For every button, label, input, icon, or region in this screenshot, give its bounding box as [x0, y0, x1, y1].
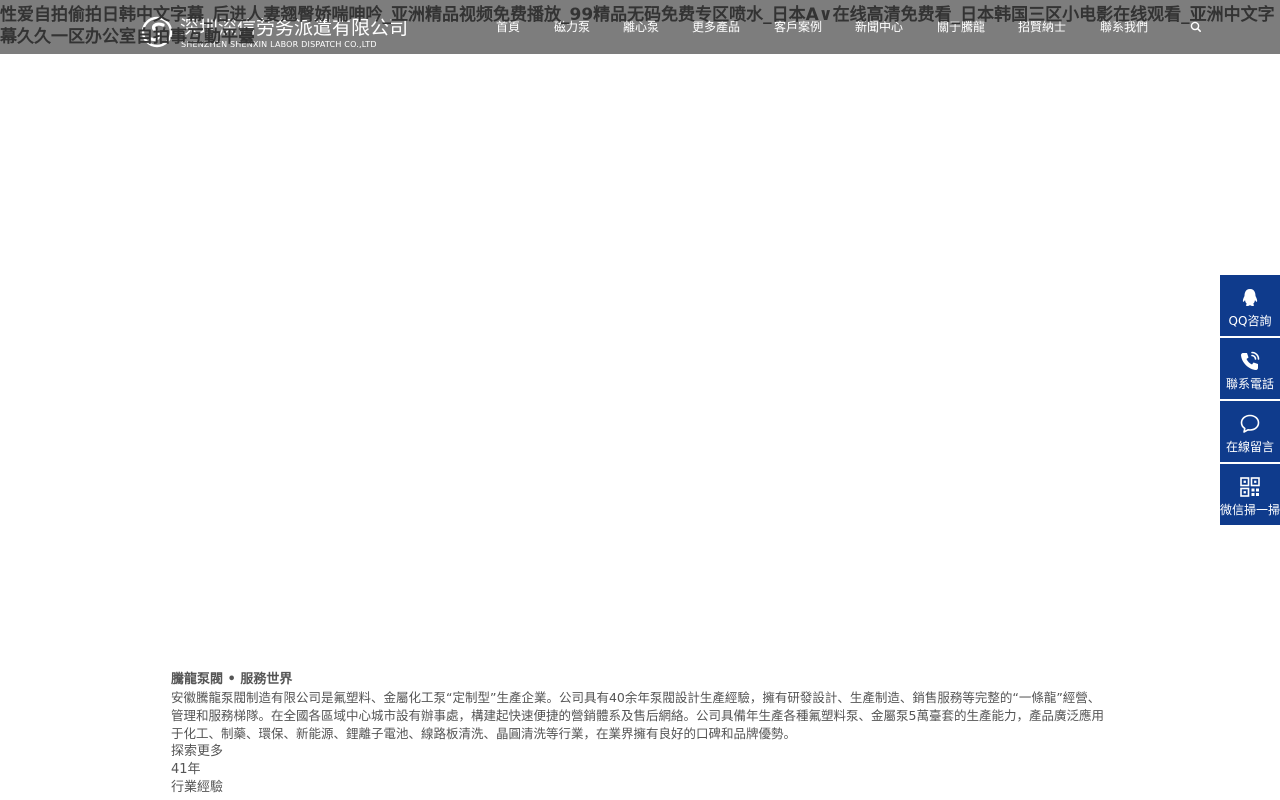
seo-title-suffix: 事互動平臺 [170, 27, 255, 47]
float-label-phone: 聯系電話 [1225, 377, 1274, 391]
explore-more-link[interactable]: 探索更多 [171, 743, 1111, 761]
float-item-message[interactable]: 在線留言 [1220, 401, 1280, 462]
float-item-qq[interactable]: QQ咨詢 [1220, 275, 1280, 336]
float-label-qq: QQ咨詢 [1228, 314, 1272, 328]
about-heading: 騰龍泵閥 • 服務世界 [171, 672, 293, 687]
qq-icon [1242, 289, 1258, 306]
float-label-message: 在線留言 [1225, 440, 1274, 454]
phone-icon [1241, 351, 1260, 370]
about-section: 騰龍泵閥 • 服務世界 安徽騰龍泵閥制造有限公司是氟塑料、金屬化工泵“定制型”生… [171, 671, 1111, 797]
experience-years-value: 41年 [171, 762, 201, 777]
message-icon [1240, 414, 1260, 433]
page-seo-title: 性爱自拍偷拍日韩中文字幕_后进人妻翘臀娇喘呻吟_亚洲精品视频免费播放_99精品无… [0, 4, 1278, 48]
experience-years-label: 行業經驗 [171, 780, 224, 795]
qrcode-icon [1240, 477, 1260, 497]
float-label-wechat: 微信掃一掃 [1220, 503, 1280, 517]
about-description: 安徽騰龍泵閥制造有限公司是氟塑料、金屬化工泵“定制型”生產企業。公司具有40余年… [171, 690, 1104, 741]
float-item-wechat[interactable]: 微信掃一掃 [1220, 464, 1280, 525]
float-item-phone[interactable]: 聯系電話 [1220, 338, 1280, 399]
